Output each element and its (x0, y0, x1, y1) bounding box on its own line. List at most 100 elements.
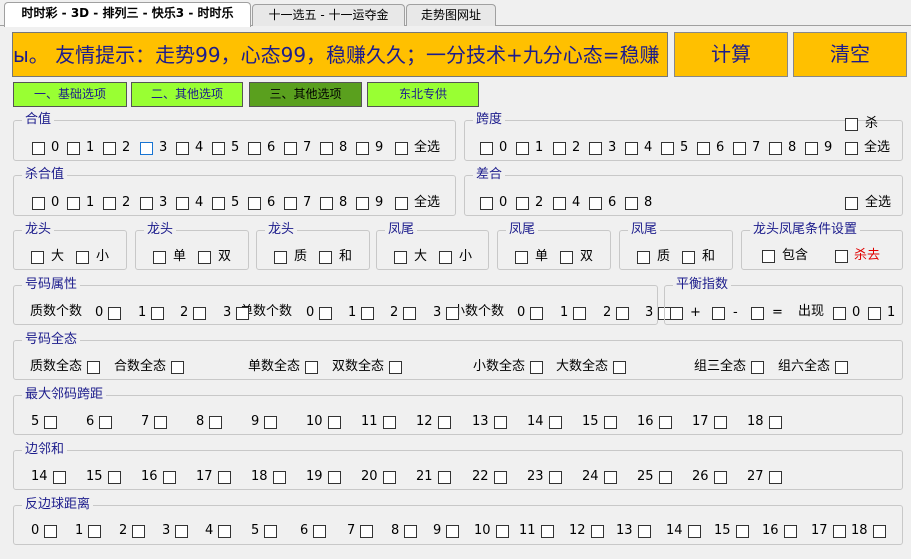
checkbox-box[interactable] (103, 141, 116, 155)
anti-edge-checkbox-18[interactable]: 18 (851, 523, 886, 539)
shahezhi-checkbox-9[interactable]: 9 (356, 195, 383, 211)
chahe-checkbox-4[interactable]: 8 (625, 195, 652, 211)
checkbox-box[interactable] (394, 250, 407, 264)
edge-sum-checkbox-1[interactable]: 15 (86, 469, 121, 485)
condition-kill-checkbox[interactable]: 杀去 (835, 248, 880, 264)
checkbox-box[interactable] (132, 524, 146, 538)
kuadu-checkbox-4[interactable]: 4 (625, 140, 652, 156)
full-state-checkbox-3[interactable]: 双数全态 (332, 359, 403, 375)
small-count-checkbox-2[interactable]: 2 (603, 305, 630, 321)
prime-count-checkbox-0[interactable]: 0 (95, 305, 122, 321)
checkbox-box[interactable] (264, 524, 278, 538)
edge-sum-checkbox-5[interactable]: 19 (306, 469, 341, 485)
full-state-checkbox-0[interactable]: 质数全态 (30, 359, 101, 375)
anti-edge-checkbox-12[interactable]: 12 (569, 523, 604, 539)
checkbox-box[interactable] (516, 141, 529, 155)
edge-sum-checkbox-10[interactable]: 24 (582, 469, 617, 485)
checkbox-box[interactable] (735, 524, 749, 538)
edge-sum-checkbox-0[interactable]: 14 (31, 469, 66, 485)
full-state-checkbox-1[interactable]: 合数全态 (114, 359, 185, 375)
hezhi-checkbox-3[interactable]: 3 (140, 140, 167, 156)
kuadu-checkbox-8[interactable]: 8 (769, 140, 796, 156)
checkbox-box[interactable] (613, 360, 627, 374)
checkbox-box[interactable] (540, 524, 554, 538)
checkbox-box[interactable] (553, 141, 566, 155)
checkbox-box[interactable] (589, 196, 602, 210)
anti-edge-checkbox-15[interactable]: 15 (714, 523, 749, 539)
tab-11x5[interactable]: 十一选五 - 十一运夺金 (252, 4, 405, 26)
prime-count-checkbox-1[interactable]: 1 (138, 305, 165, 321)
hezhi-checkbox-0[interactable]: 0 (32, 140, 59, 156)
checkbox-box[interactable] (658, 415, 672, 429)
max-span-checkbox-5[interactable]: 10 (306, 414, 341, 430)
anti-edge-checkbox-10[interactable]: 10 (474, 523, 509, 539)
anti-edge-checkbox-9[interactable]: 9 (433, 523, 460, 539)
checkbox-box[interactable] (687, 524, 701, 538)
anti-edge-checkbox-3[interactable]: 3 (162, 523, 189, 539)
checkbox-box[interactable] (439, 250, 452, 264)
checkbox-box[interactable] (872, 524, 886, 538)
checkbox-box[interactable] (712, 306, 725, 320)
checkbox-box[interactable] (670, 306, 683, 320)
full-state-checkbox-4[interactable]: 小数全态 (473, 359, 544, 375)
shahezhi-checkbox-10[interactable]: 全选 (395, 195, 440, 211)
checkbox-box[interactable] (319, 250, 332, 264)
max-span-checkbox-9[interactable]: 14 (527, 414, 562, 430)
checkbox-box[interactable] (327, 470, 341, 484)
hezhi-checkbox-2[interactable]: 2 (103, 140, 130, 156)
anti-edge-checkbox-6[interactable]: 6 (300, 523, 327, 539)
checkbox-box[interactable] (107, 470, 121, 484)
shahezhi-checkbox-7[interactable]: 7 (284, 195, 311, 211)
checkbox-box[interactable] (193, 306, 207, 320)
dragon-option-checkbox[interactable]: 单 (515, 249, 548, 265)
checkbox-box[interactable] (217, 470, 231, 484)
tab-chart-url[interactable]: 走势图网址 (406, 4, 496, 26)
checkbox-box[interactable] (52, 470, 66, 484)
hezhi-checkbox-10[interactable]: 全选 (395, 140, 440, 156)
edge-sum-checkbox-6[interactable]: 20 (361, 469, 396, 485)
checkbox-box[interactable] (162, 470, 176, 484)
max-span-checkbox-11[interactable]: 16 (637, 414, 672, 430)
checkbox-box[interactable] (44, 524, 58, 538)
anti-edge-checkbox-11[interactable]: 11 (519, 523, 554, 539)
checkbox-box[interactable] (382, 470, 396, 484)
edge-sum-checkbox-13[interactable]: 27 (747, 469, 782, 485)
checkbox-box[interactable] (603, 415, 617, 429)
max-span-checkbox-4[interactable]: 9 (251, 414, 278, 430)
checkbox-box[interactable] (389, 360, 403, 374)
odd-count-checkbox-3[interactable]: 3 (433, 305, 460, 321)
checkbox-box[interactable] (437, 470, 451, 484)
checkbox-box[interactable] (805, 141, 818, 155)
edge-sum-checkbox-3[interactable]: 17 (196, 469, 231, 485)
balance-1-checkbox[interactable]: 1 (868, 305, 895, 321)
max-span-checkbox-1[interactable]: 6 (86, 414, 113, 430)
calc-button[interactable]: 计算 (674, 32, 788, 77)
full-state-checkbox-7[interactable]: 组六全态 (778, 359, 849, 375)
checkbox-box[interactable] (480, 196, 493, 210)
checkbox-box[interactable] (67, 141, 80, 155)
checkbox-box[interactable] (284, 196, 297, 210)
edge-sum-checkbox-2[interactable]: 16 (141, 469, 176, 485)
option-basic-button[interactable]: 一、基础选项 (13, 82, 127, 107)
anti-edge-checkbox-4[interactable]: 4 (205, 523, 232, 539)
checkbox-box[interactable] (154, 415, 168, 429)
dragon-option-checkbox[interactable]: 和 (319, 249, 352, 265)
checkbox-box[interactable] (272, 470, 286, 484)
checkbox-box[interactable] (361, 306, 375, 320)
condition-include-checkbox[interactable]: 包含 (762, 248, 808, 264)
checkbox-box[interactable] (658, 470, 672, 484)
anti-edge-checkbox-13[interactable]: 13 (616, 523, 651, 539)
option-northeast-button[interactable]: 东北专供 (367, 82, 479, 107)
checkbox-box[interactable] (218, 524, 232, 538)
checkbox-box[interactable] (616, 306, 630, 320)
checkbox-box[interactable] (573, 306, 587, 320)
checkbox-box[interactable] (395, 196, 408, 210)
anti-edge-checkbox-2[interactable]: 2 (119, 523, 146, 539)
checkbox-box[interactable] (274, 250, 287, 264)
checkbox-box[interactable] (382, 415, 396, 429)
hezhi-checkbox-9[interactable]: 9 (356, 140, 383, 156)
balance-eq-checkbox[interactable]: = (751, 305, 783, 321)
checkbox-box[interactable] (493, 470, 507, 484)
dragon-option-checkbox[interactable]: 大 (394, 249, 427, 265)
checkbox-box[interactable] (88, 524, 102, 538)
